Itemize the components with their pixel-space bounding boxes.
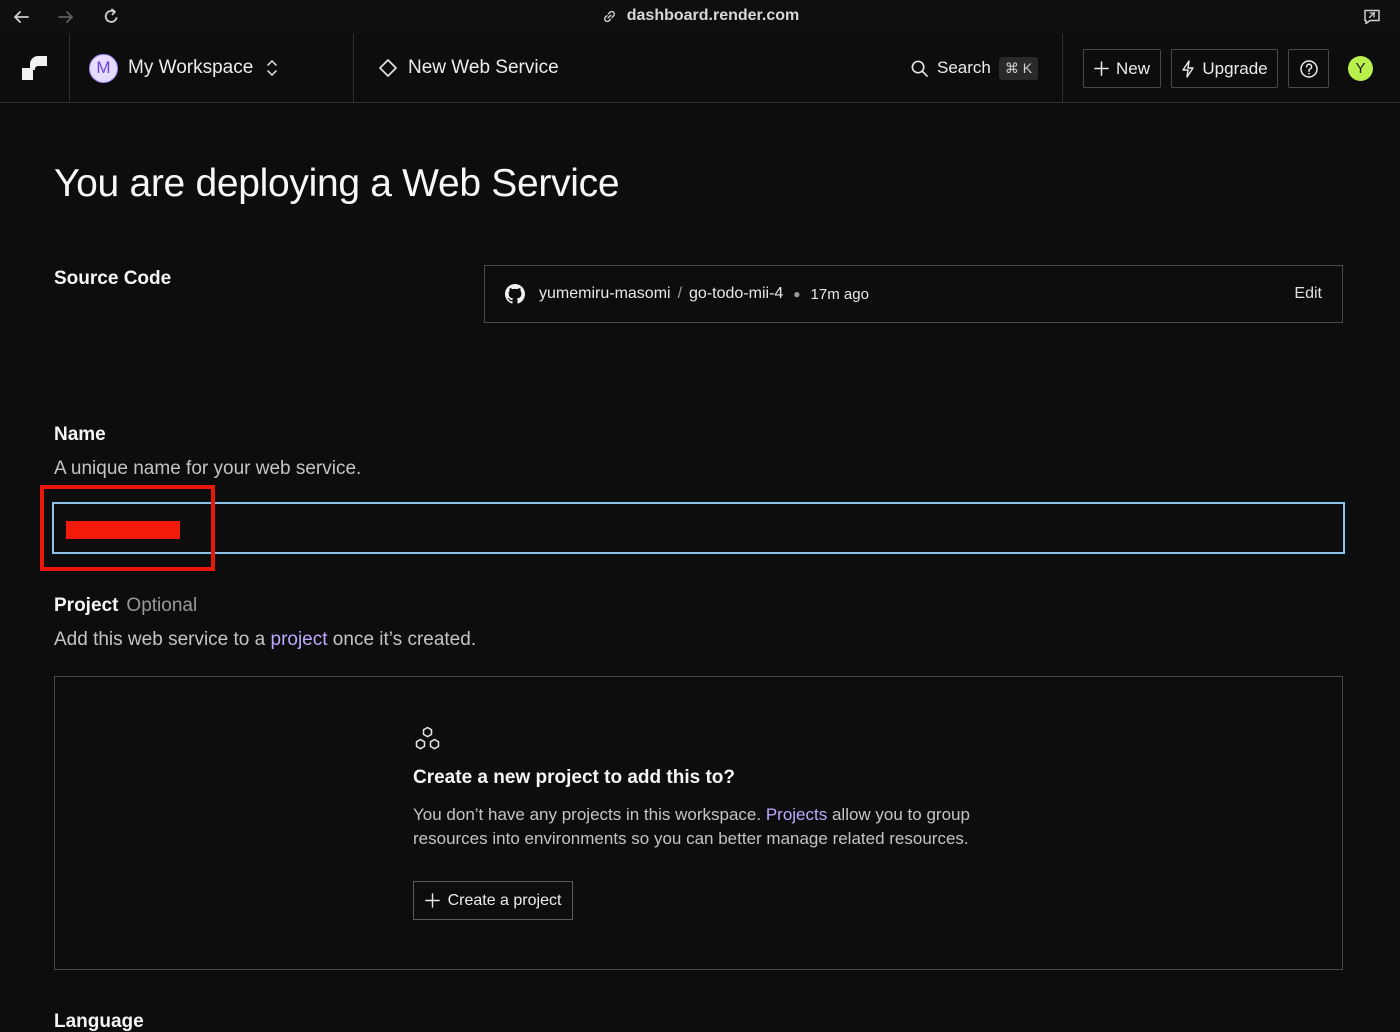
empty-state-heading: Create a new project to add this to? — [413, 767, 735, 788]
header-divider — [353, 34, 354, 102]
repo-age: 17m ago — [810, 285, 869, 303]
user-avatar[interactable]: Y — [1348, 56, 1373, 81]
lightning-icon — [1181, 59, 1195, 78]
empty-state-text: You don’t have any projects in this work… — [413, 803, 973, 851]
project-desc-text: once it’s created. — [327, 629, 477, 650]
diamond-icon — [378, 58, 398, 78]
project-label-row: Project Optional — [54, 595, 197, 617]
url-text: dashboard.render.com — [626, 7, 800, 24]
workspace-switcher[interactable]: M My Workspace — [89, 34, 279, 102]
repo-name: go-todo-mii-4 — [689, 285, 784, 302]
chevron-up-down-icon — [265, 58, 279, 78]
search-shortcut: ⌘ K — [998, 56, 1039, 80]
link-icon — [601, 8, 618, 25]
repo-separator: / — [677, 285, 683, 302]
plus-icon — [424, 893, 440, 908]
projects-cluster-icon — [413, 726, 442, 753]
github-icon — [505, 284, 525, 304]
name-description: A unique name for your web service. — [54, 458, 362, 479]
source-code-card: yumemiru-masomi / go-todo-mii-4 ● 17m ag… — [484, 265, 1343, 323]
new-label: New — [1115, 58, 1150, 78]
app-header: M My Workspace New Web Service Search ⌘ … — [0, 34, 1400, 103]
project-link[interactable]: project — [271, 629, 328, 650]
language-label: Language — [54, 1011, 144, 1032]
render-logo-icon[interactable] — [22, 56, 47, 80]
question-circle-icon — [1299, 59, 1319, 79]
search-button[interactable]: Search ⌘ K — [910, 34, 1039, 102]
search-label: Search — [937, 58, 991, 77]
project-desc-text: Add this web service to a — [54, 629, 271, 650]
optional-tag: Optional — [126, 595, 198, 616]
projects-link[interactable]: Projects — [766, 805, 827, 824]
project-description: Add this web service to a project once i… — [54, 629, 476, 651]
service-name-input[interactable] — [52, 502, 1345, 554]
name-label: Name — [54, 424, 106, 445]
upgrade-button[interactable]: Upgrade — [1171, 49, 1278, 88]
source-code-label: Source Code — [54, 268, 172, 289]
address-bar[interactable]: dashboard.render.com — [0, 7, 1400, 25]
plus-icon — [1094, 61, 1109, 76]
header-divider — [69, 34, 70, 102]
upgrade-label: Upgrade — [1202, 58, 1268, 78]
project-label: Project — [54, 595, 119, 616]
page-heading: You are deploying a Web Service — [54, 162, 620, 205]
new-button[interactable]: New — [1083, 49, 1161, 88]
workspace-name: My Workspace — [128, 57, 254, 78]
dot-separator-icon: ● — [793, 287, 801, 301]
breadcrumb: New Web Service — [378, 34, 559, 102]
help-button[interactable] — [1288, 49, 1329, 88]
repo-owner: yumemiru-masomi — [539, 285, 671, 302]
create-project-button[interactable]: Create a project — [413, 881, 573, 920]
header-divider — [1062, 34, 1063, 102]
annotation-highlight-box — [40, 485, 215, 571]
edit-source-button[interactable]: Edit — [1294, 285, 1322, 303]
workspace-avatar: M — [89, 53, 118, 83]
create-project-label: Create a project — [447, 891, 562, 909]
search-icon — [910, 59, 929, 78]
browser-toolbar: dashboard.render.com — [0, 0, 1400, 34]
feedback-icon[interactable] — [1362, 7, 1382, 27]
empty-state-text-part: You don’t have any projects in this work… — [413, 805, 766, 824]
page-title: New Web Service — [408, 57, 559, 78]
